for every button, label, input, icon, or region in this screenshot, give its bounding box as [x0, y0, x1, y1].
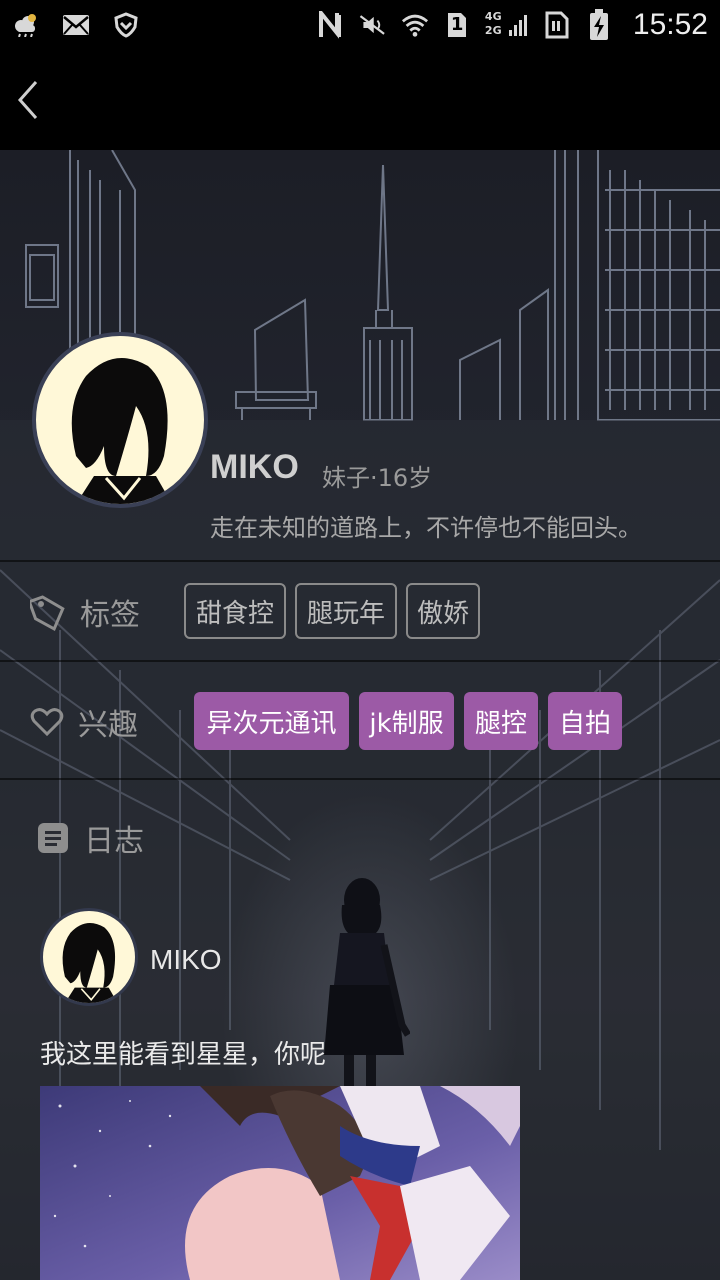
signal-4g-2g-icon: 4G 2G — [485, 10, 529, 38]
profile-gender-age: 妹子·16岁 — [322, 464, 433, 492]
avatar-girl-silhouette — [71, 358, 172, 504]
profile-avatar[interactable] — [32, 332, 208, 508]
top-nav-bar — [0, 50, 720, 150]
interest-chip[interactable]: 异次元通讯 — [194, 692, 349, 750]
document-icon — [38, 823, 68, 853]
post-text: 我这里能看到星星，你呢 — [40, 1040, 327, 1070]
heart-icon — [30, 708, 64, 737]
post-image[interactable] — [40, 1086, 520, 1280]
status-time: 15:52 — [632, 8, 708, 41]
tag-chip[interactable]: 傲娇 — [406, 583, 480, 639]
tags-label-row: 标签 — [30, 590, 140, 634]
battery-charging-icon — [585, 9, 613, 40]
interest-chip[interactable]: jk制服 — [359, 692, 454, 750]
chevron-left-icon — [17, 81, 38, 119]
tags-label: 标签 — [80, 598, 140, 633]
profile-name: MIKO — [210, 448, 299, 486]
mute-icon — [359, 12, 387, 38]
divider — [0, 778, 720, 780]
divider — [0, 660, 720, 662]
tag-chip[interactable]: 腿玩年 — [295, 583, 397, 639]
shield-icon — [112, 12, 140, 38]
wifi-icon — [401, 12, 429, 38]
status-bar: 1 4G 2G 15:52 — [0, 0, 720, 50]
interests-label-row: 兴趣 — [30, 700, 138, 744]
weather-cloud-icon — [12, 12, 40, 38]
back-button[interactable] — [8, 78, 48, 122]
mail-icon — [62, 12, 90, 38]
profile-bio: 走在未知的道路上，不许停也不能回头。 — [210, 514, 642, 542]
interest-chip[interactable]: 自拍 — [548, 692, 622, 750]
nfc-icon — [317, 11, 345, 39]
interest-chip[interactable]: 腿控 — [464, 692, 538, 750]
avatar-girl-silhouette — [62, 923, 118, 1003]
divider — [0, 560, 720, 562]
tag-chip[interactable]: 甜食控 — [184, 583, 286, 639]
diary-label-row: 日志 — [36, 816, 144, 860]
anime-girl-starry-sky-image — [40, 1086, 520, 1280]
post-author-name[interactable]: MIKO — [150, 944, 222, 976]
interests-label: 兴趣 — [78, 708, 138, 743]
sim-card-icon — [543, 11, 571, 39]
tag-icon — [30, 595, 65, 632]
diary-label: 日志 — [84, 824, 144, 859]
sim-1-icon: 1 — [443, 12, 471, 38]
post-author-avatar[interactable] — [40, 908, 138, 1006]
